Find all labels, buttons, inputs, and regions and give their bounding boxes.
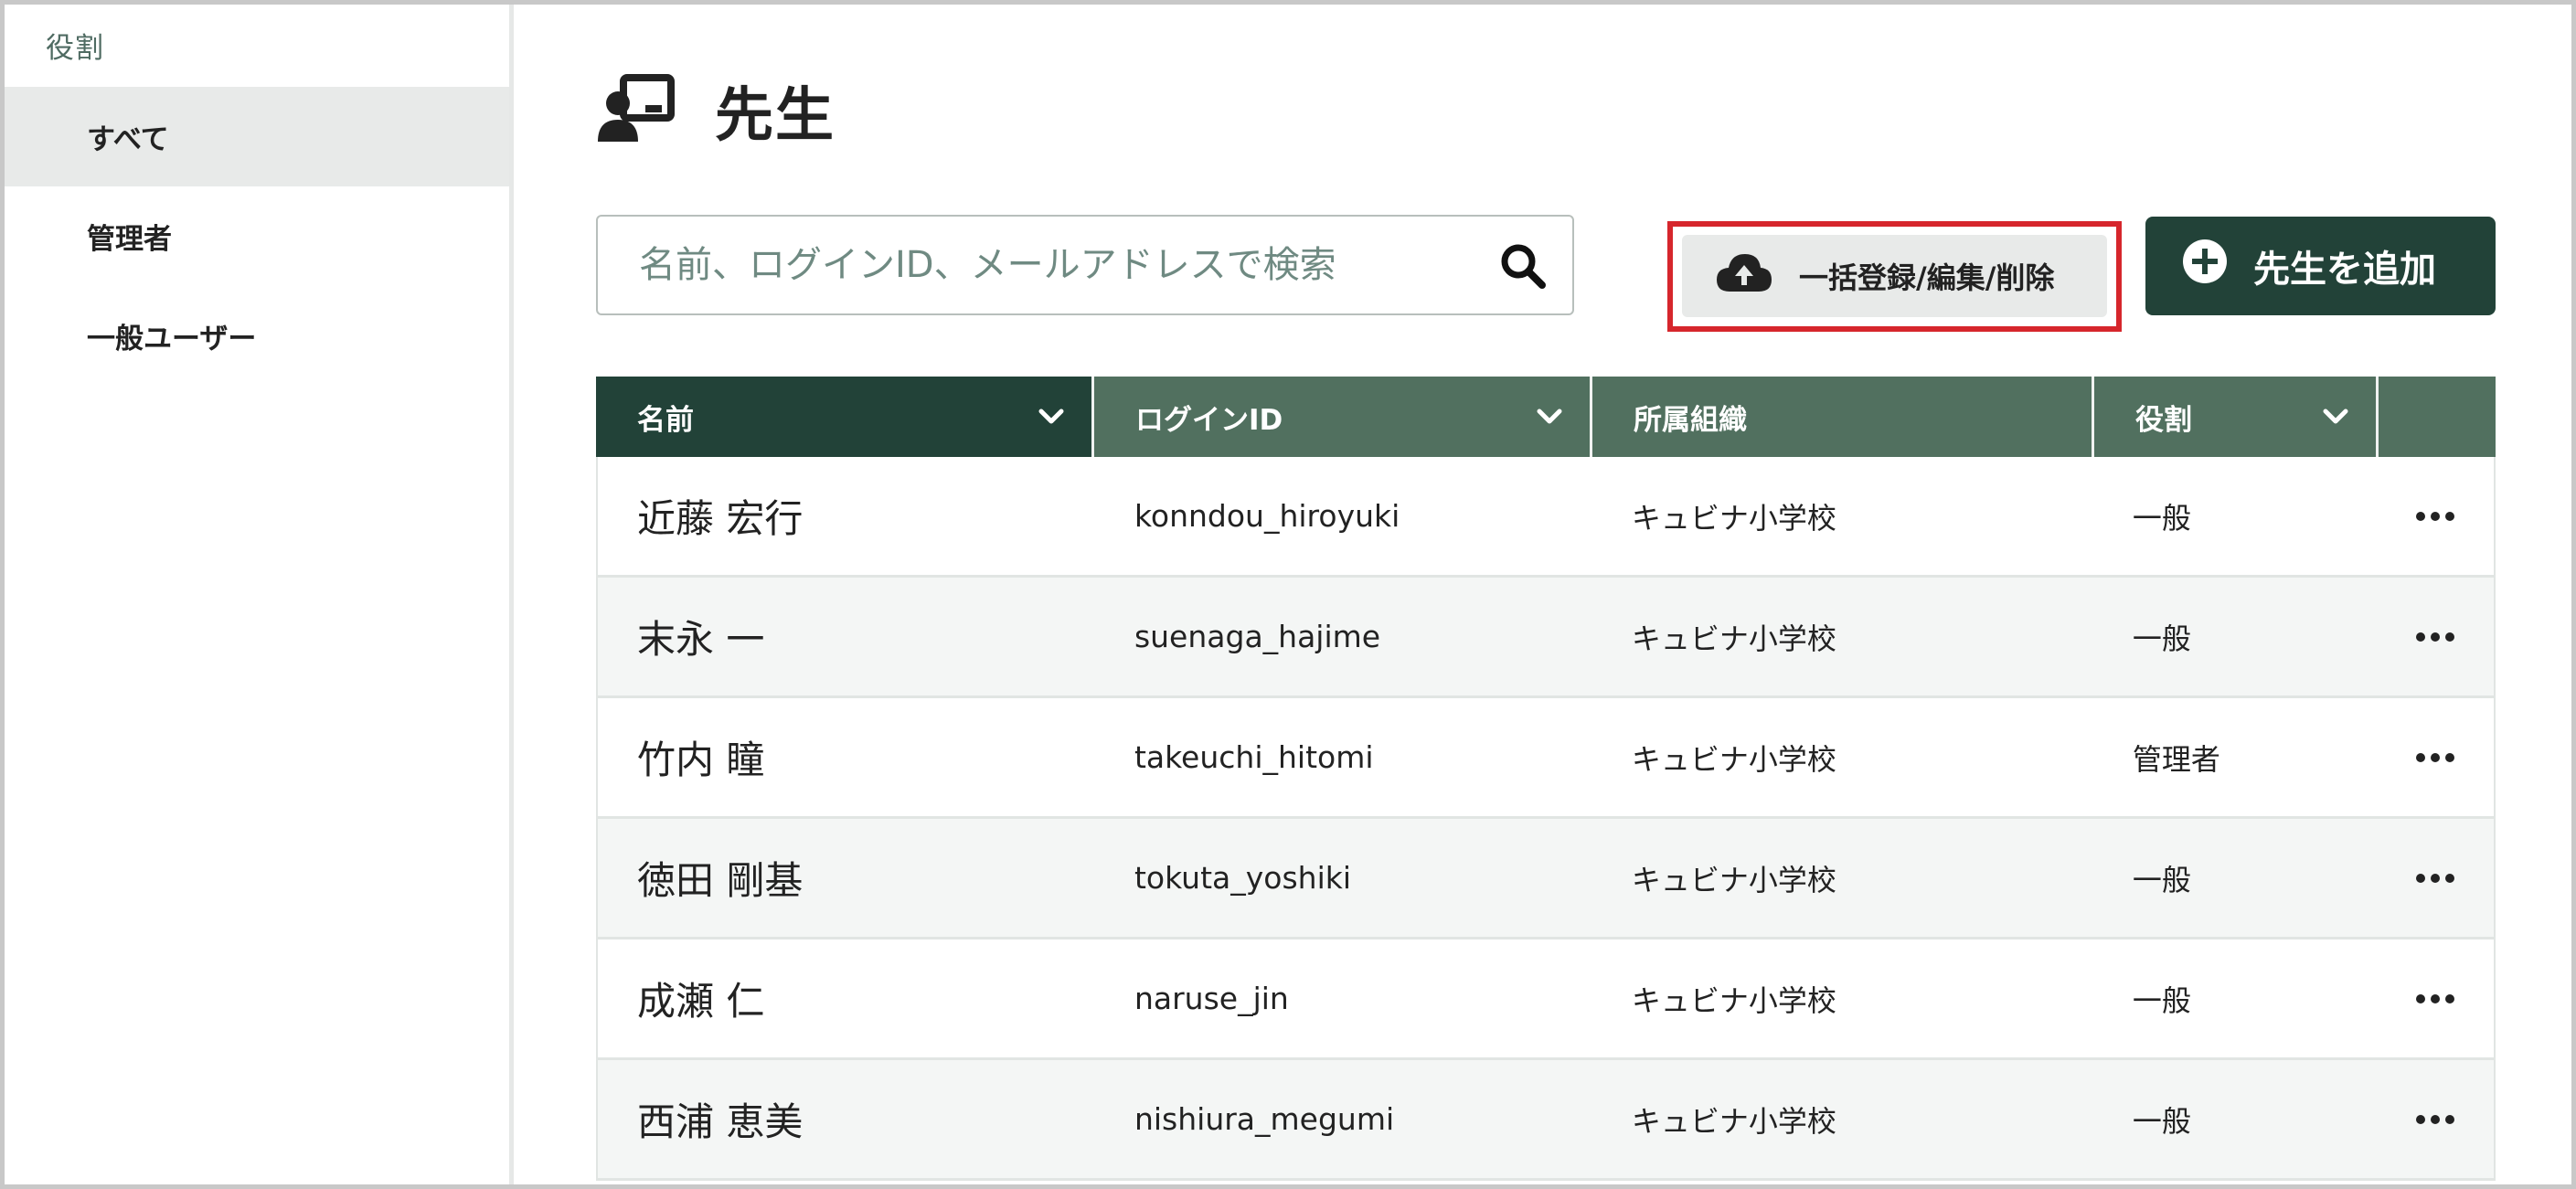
cell-role: 一般	[2132, 621, 2191, 656]
cell-organization: キュビナ小学校	[1631, 1103, 1836, 1139]
column-header-role[interactable]: 役割	[2094, 377, 2379, 457]
table-row: 西浦 恵美 nishiura_megumi キュビナ小学校 一般	[596, 1060, 2496, 1181]
add-teacher-button[interactable]: 先生を追加	[2145, 217, 2496, 315]
cell-name: 近藤 宏行	[637, 496, 804, 541]
sidebar-item-admin[interactable]: 管理者	[5, 186, 509, 286]
sidebar-item-label: 管理者	[87, 223, 172, 256]
cell-login-id: naruse_jin	[1134, 981, 1289, 1016]
table-row: 竹内 瞳 takeuchi_hitomi キュビナ小学校 管理者	[596, 698, 2496, 819]
cell-organization: キュビナ小学校	[1631, 862, 1836, 897]
cell-login-id: konndou_hiroyuki	[1134, 498, 1400, 534]
cell-organization: キュビナ小学校	[1631, 741, 1836, 777]
page-header: 先生	[596, 69, 836, 153]
bulk-button-label: 一括登録/編集/削除	[1799, 260, 2055, 295]
cell-name: 竹内 瞳	[637, 738, 765, 782]
cell-login-id: nishiura_megumi	[1134, 1101, 1395, 1137]
cell-role: 一般	[2132, 500, 2191, 536]
cell-login-id: tokuta_yoshiki	[1134, 860, 1352, 896]
cloud-upload-icon	[1715, 251, 1773, 301]
cell-name: 西浦 恵美	[637, 1099, 804, 1144]
cell-role: 一般	[2132, 1103, 2191, 1139]
cell-organization: キュビナ小学校	[1631, 500, 1836, 536]
cell-role: 管理者	[2132, 741, 2220, 777]
column-header-actions	[2379, 377, 2496, 457]
cell-name: 徳田 剛基	[637, 858, 804, 903]
sidebar-item-all[interactable]: すべて	[5, 87, 509, 186]
bulk-register-edit-delete-button[interactable]: 一括登録/編集/削除	[1682, 235, 2107, 317]
chevron-down-icon	[2323, 400, 2348, 433]
app-window: 役割 すべて 管理者 一般ユーザー 先生 名前、ログインID、メールアドレスで検…	[0, 0, 2576, 1189]
table-row: 近藤 宏行 konndou_hiroyuki キュビナ小学校 一般	[596, 457, 2496, 578]
more-options-icon[interactable]	[2377, 578, 2494, 695]
sidebar-item-general-user[interactable]: 一般ユーザー	[5, 286, 509, 386]
add-teacher-label: 先生を追加	[2253, 249, 2436, 291]
search-box	[596, 215, 1574, 315]
main-content: 先生 一括登録/編集/削除	[514, 5, 2571, 1184]
more-options-icon[interactable]	[2377, 698, 2494, 816]
column-header-label: ログインID	[1135, 403, 1283, 437]
more-options-icon[interactable]	[2377, 940, 2494, 1057]
table-row: 末永 一 suenaga_hajime キュビナ小学校 一般	[596, 578, 2496, 698]
table-row: 成瀬 仁 naruse_jin キュビナ小学校 一般	[596, 940, 2496, 1060]
page-title: 先生	[715, 82, 836, 150]
cell-name: 成瀬 仁	[637, 979, 765, 1024]
column-header-label: 名前	[637, 403, 694, 437]
teacher-table: 名前 ログインID 所属組織 役割 近藤 宏行 konndou_hiroyuki…	[596, 377, 2496, 1181]
cell-role: 一般	[2132, 982, 2191, 1018]
cell-role: 一般	[2132, 862, 2191, 897]
cell-organization: キュビナ小学校	[1631, 621, 1836, 656]
column-header-login-id[interactable]: ログインID	[1094, 377, 1592, 457]
column-header-organization: 所属組織	[1592, 377, 2094, 457]
cell-login-id: takeuchi_hitomi	[1134, 739, 1374, 775]
cell-name: 末永 一	[637, 617, 765, 662]
cell-login-id: suenaga_hajime	[1134, 619, 1381, 654]
table-header: 名前 ログインID 所属組織 役割	[596, 377, 2496, 457]
sidebar: 役割 すべて 管理者 一般ユーザー	[5, 5, 514, 1184]
more-options-icon[interactable]	[2377, 457, 2494, 575]
sidebar-section-label: 役割	[46, 32, 104, 65]
search-icon[interactable]	[1499, 242, 1547, 290]
more-options-icon[interactable]	[2377, 819, 2494, 937]
plus-circle-icon	[2182, 239, 2228, 293]
more-options-icon[interactable]	[2377, 1060, 2494, 1178]
search-input[interactable]	[598, 217, 1475, 313]
column-header-label: 役割	[2135, 403, 2192, 437]
sidebar-item-label: 一般ユーザー	[87, 323, 257, 356]
column-header-name[interactable]: 名前	[596, 377, 1094, 457]
sidebar-item-label: すべて	[87, 123, 169, 156]
teacher-board-icon	[596, 72, 678, 149]
chevron-down-icon	[1537, 400, 1562, 433]
table-row: 徳田 剛基 tokuta_yoshiki キュビナ小学校 一般	[596, 819, 2496, 940]
cell-organization: キュビナ小学校	[1631, 982, 1836, 1018]
chevron-down-icon	[1038, 400, 1064, 433]
column-header-label: 所属組織	[1634, 403, 1747, 437]
